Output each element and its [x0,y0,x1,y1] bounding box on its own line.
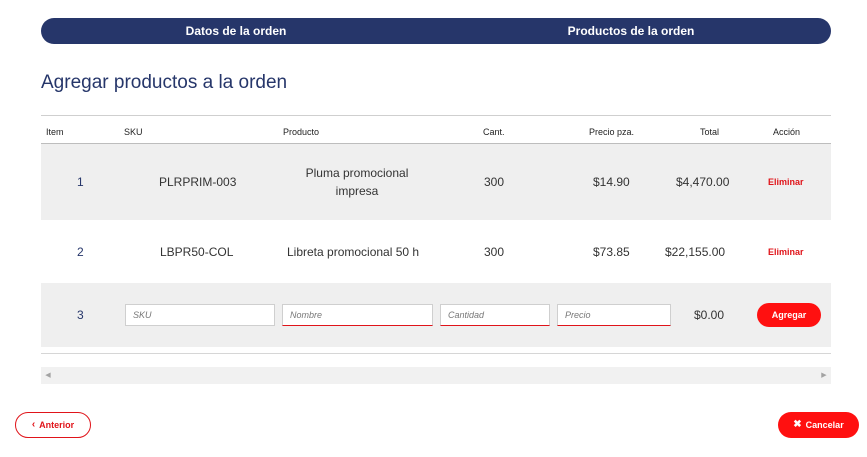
close-icon: ✖ [793,419,802,430]
previous-button-label: Anterior [39,420,75,430]
row-item-number: 1 [77,175,84,189]
row-sku: LBPR50-COL [160,245,234,259]
row-total: $4,470.00 [676,175,730,189]
tab-productos-orden[interactable]: Productos de la orden [551,18,711,44]
row-item-number: 2 [77,245,84,259]
new-row-total: $0.00 [694,308,725,322]
table-header: Item SKU Producto Cant. Precio pza. Tota… [41,116,831,144]
price-input[interactable] [557,304,671,326]
row-item-number: 3 [77,308,84,322]
table-bottom-divider [41,353,831,354]
row-quantity: 300 [484,245,505,259]
header-total: Total [700,127,720,137]
row-unit-price: $73.85 [593,245,630,259]
chevron-left-icon: ‹ [31,419,36,430]
row-product-name-line: impresa [335,184,379,198]
row-quantity: 300 [484,175,505,189]
row-product-name: Pluma promocional impresa [282,164,432,200]
header-precio: Precio pza. [589,127,635,137]
row-unit-price: $14.90 [593,175,630,189]
cancel-button-label: Cancelar [805,420,844,430]
sku-input[interactable] [125,304,275,326]
header-sku: SKU [124,127,143,137]
scroll-left-icon[interactable]: ◀ [41,367,55,384]
row-product-name: Libreta promocional 50 h [287,245,420,259]
header-item: Item [46,127,64,137]
order-steps-bar: Datos de la orden Productos de la orden [41,18,831,44]
header-producto: Producto [283,127,320,137]
product-name-input[interactable] [282,304,433,326]
horizontal-scrollbar[interactable]: ◀ ▶ [41,367,831,384]
row-total: $22,155.00 [665,245,726,259]
previous-button[interactable]: ‹ Anterior [15,412,91,438]
row-sku: PLRPRIM-003 [159,175,237,189]
delete-row-link[interactable]: Eliminar [768,247,804,257]
new-product-row: 3 $0.00 Agregar [41,283,831,347]
header-cant: Cant. [483,127,505,137]
cancel-button[interactable]: ✖ Cancelar [778,412,859,438]
tab-datos-orden[interactable]: Datos de la orden [171,18,301,44]
add-product-button[interactable]: Agregar [757,303,821,327]
header-accion: Acción [773,127,801,137]
table-row: 1 PLRPRIM-003 Pluma promocional impresa … [41,144,831,220]
delete-row-link[interactable]: Eliminar [768,177,804,187]
page-title: Agregar productos a la orden [41,72,288,93]
scroll-right-icon[interactable]: ▶ [817,367,831,384]
row-product-name-line: Pluma promocional [305,166,409,180]
quantity-input[interactable] [440,304,550,326]
table-row: 2 LBPR50-COL Libreta promocional 50 h 30… [41,220,831,283]
